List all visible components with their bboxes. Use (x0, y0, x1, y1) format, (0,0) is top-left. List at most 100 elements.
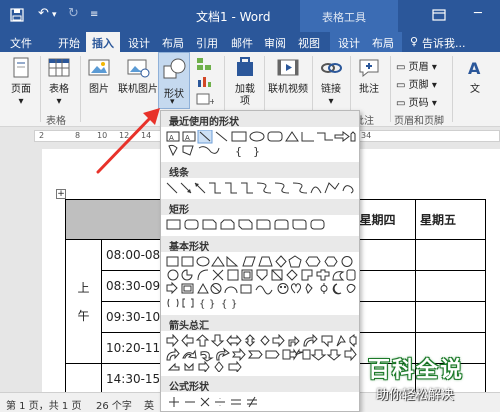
svg-text:A: A (468, 59, 481, 78)
pages-label: 页面 (11, 84, 31, 95)
footer-button[interactable]: ▭ 页脚 ▾ (396, 76, 437, 91)
online-picture-button[interactable]: 联机图片 (116, 56, 160, 96)
addins-button[interactable]: 加载 项 (224, 56, 266, 108)
smartart-icon[interactable] (196, 57, 212, 71)
chart-icon[interactable] (196, 74, 212, 88)
equation-shapes-grid[interactable] (161, 392, 359, 411)
undo-icon[interactable]: ↶ (38, 6, 49, 21)
svg-text:{: { (235, 145, 242, 158)
section-recent: 最近使用的形状 (161, 111, 359, 128)
section-arrows: 箭头总汇 (161, 315, 359, 332)
rectangles-grid[interactable] (161, 215, 359, 236)
tab-mailings[interactable]: 邮件 (231, 35, 253, 51)
tab-table-design[interactable]: 设计 (330, 32, 368, 52)
table-label: 表格 (49, 84, 69, 95)
word-window: ↶ ▾ ↻ ≡ 文档1 - Word 表格工具 ─ 文件 开始 插入 设计 布局… (0, 0, 500, 412)
footer-label: 页脚 (408, 80, 429, 91)
table-icon (48, 58, 70, 77)
basic-shapes-grid[interactable]: { } { } (161, 252, 359, 315)
undo-dropdown-icon[interactable]: ▾ (52, 10, 57, 20)
table-tools-context: 表格工具 (300, 0, 398, 32)
tab-design[interactable]: 设计 (128, 35, 150, 51)
svg-text:+: + (209, 97, 214, 106)
svg-text:{: { (199, 299, 205, 310)
text-label: 文 (470, 84, 480, 95)
svg-text:A: A (185, 134, 190, 142)
recent-shapes-icons[interactable]: A A { } (165, 130, 357, 158)
redo-icon[interactable]: ↻ (68, 6, 79, 21)
tab-insert[interactable]: 插入 (86, 32, 120, 52)
table-cell[interactable] (415, 301, 486, 333)
ribbon-display-options-icon[interactable] (432, 8, 446, 22)
screenshot-icon[interactable]: + (196, 92, 214, 106)
ruler-tick-label: 10 (97, 131, 108, 140)
tab-review[interactable]: 审阅 (264, 35, 286, 51)
customize-qat-icon[interactable]: ≡ (90, 9, 98, 20)
links-dropdown-icon: ▾ (328, 96, 334, 107)
table-button[interactable]: 表格 ▾ (38, 56, 80, 108)
title-bar: ↶ ▾ ↻ ≡ 文档1 - Word 表格工具 ─ (0, 0, 500, 32)
links-button[interactable]: 链接 ▾ (310, 56, 352, 108)
word-count[interactable]: 26 个字 (96, 397, 132, 412)
watermark-main-text: 百科全说 (368, 358, 465, 383)
online-video-button[interactable]: 联机视频 (264, 56, 312, 96)
table-tools-label: 表格工具 (322, 11, 366, 24)
tab-references[interactable]: 引用 (196, 35, 218, 51)
online-picture-label: 联机图片 (118, 84, 158, 95)
period-cell[interactable]: 上午 (65, 239, 102, 364)
svg-text:A: A (169, 134, 174, 142)
ruler-tick-label: 14 (141, 131, 152, 140)
tell-me-box[interactable]: 告诉我... (422, 35, 466, 51)
arrow-shapes-icons[interactable] (165, 334, 357, 372)
tab-view[interactable]: 视图 (298, 35, 320, 51)
shapes-gallery[interactable]: 最近使用的形状 A A { } 线条 矩形 基本形状 {} {} 箭头总汇 … (160, 110, 360, 412)
picture-button[interactable]: 图片 (78, 56, 120, 96)
online-picture-icon (127, 59, 150, 78)
pages-button[interactable]: 页面 ▾ (0, 56, 42, 108)
tab-file[interactable]: 文件 (10, 35, 32, 51)
line-shapes-icons[interactable] (165, 181, 357, 195)
basic-shapes-icons[interactable]: { } { } (165, 255, 357, 311)
language-indicator[interactable]: 英 (144, 397, 154, 412)
equation-shapes-icons[interactable] (165, 395, 357, 409)
table-cell[interactable] (65, 363, 102, 395)
comment-icon (359, 59, 379, 78)
recent-shapes-grid[interactable]: A A { } (161, 127, 359, 162)
picture-label: 图片 (89, 84, 109, 95)
save-icon[interactable] (10, 8, 24, 22)
ruler-tick-label: 2 (39, 131, 45, 140)
shapes-dropdown-icon: ▾ (170, 97, 175, 107)
ruler-tick-label: 34 (361, 131, 372, 140)
ruler-tick-label: 12 (119, 131, 130, 140)
table-move-handle-icon[interactable]: + (56, 189, 66, 199)
section-lines: 线条 (161, 162, 359, 179)
tab-table-layout[interactable]: 布局 (364, 32, 402, 52)
svg-text:{: { (221, 299, 227, 310)
arrow-shapes-grid[interactable] (161, 331, 359, 376)
section-equation: 公式形状 (161, 376, 359, 393)
shapes-button[interactable]: 形状 ▾ (158, 52, 190, 109)
watermark-sub-text: 助你轻松解决 (376, 388, 455, 403)
pages-icon (13, 57, 29, 78)
header-button[interactable]: ▭ 页眉 ▾ (396, 58, 437, 73)
table-cell[interactable] (415, 239, 486, 271)
text-button[interactable]: A 文 (454, 56, 496, 96)
rectangle-shapes-icons[interactable] (165, 218, 357, 232)
tab-layout[interactable]: 布局 (162, 35, 184, 51)
tab-home[interactable]: 开始 (58, 35, 80, 51)
table-cell[interactable] (415, 270, 486, 302)
header-day5[interactable]: 星期五 (415, 199, 486, 240)
watermark-logo: 百科全说 助你轻松解决 (364, 352, 490, 408)
page-number-label: 页码 (408, 98, 429, 109)
document-title: 文档1 - Word (196, 10, 271, 24)
page-number-button[interactable]: ▭ 页码 ▾ (396, 94, 437, 109)
separator (452, 56, 453, 122)
comment-button[interactable]: 批注 (348, 56, 390, 96)
store-icon (237, 57, 253, 76)
ruler-tick-label: 8 (75, 131, 81, 140)
page-count[interactable]: 第 1 页，共 1 页 (6, 397, 81, 412)
header-footer-group-label: 页眉和页脚 (394, 116, 444, 127)
minimize-icon[interactable]: ─ (474, 6, 482, 21)
lines-grid[interactable] (161, 178, 359, 199)
period-bottom: 午 (77, 308, 90, 323)
